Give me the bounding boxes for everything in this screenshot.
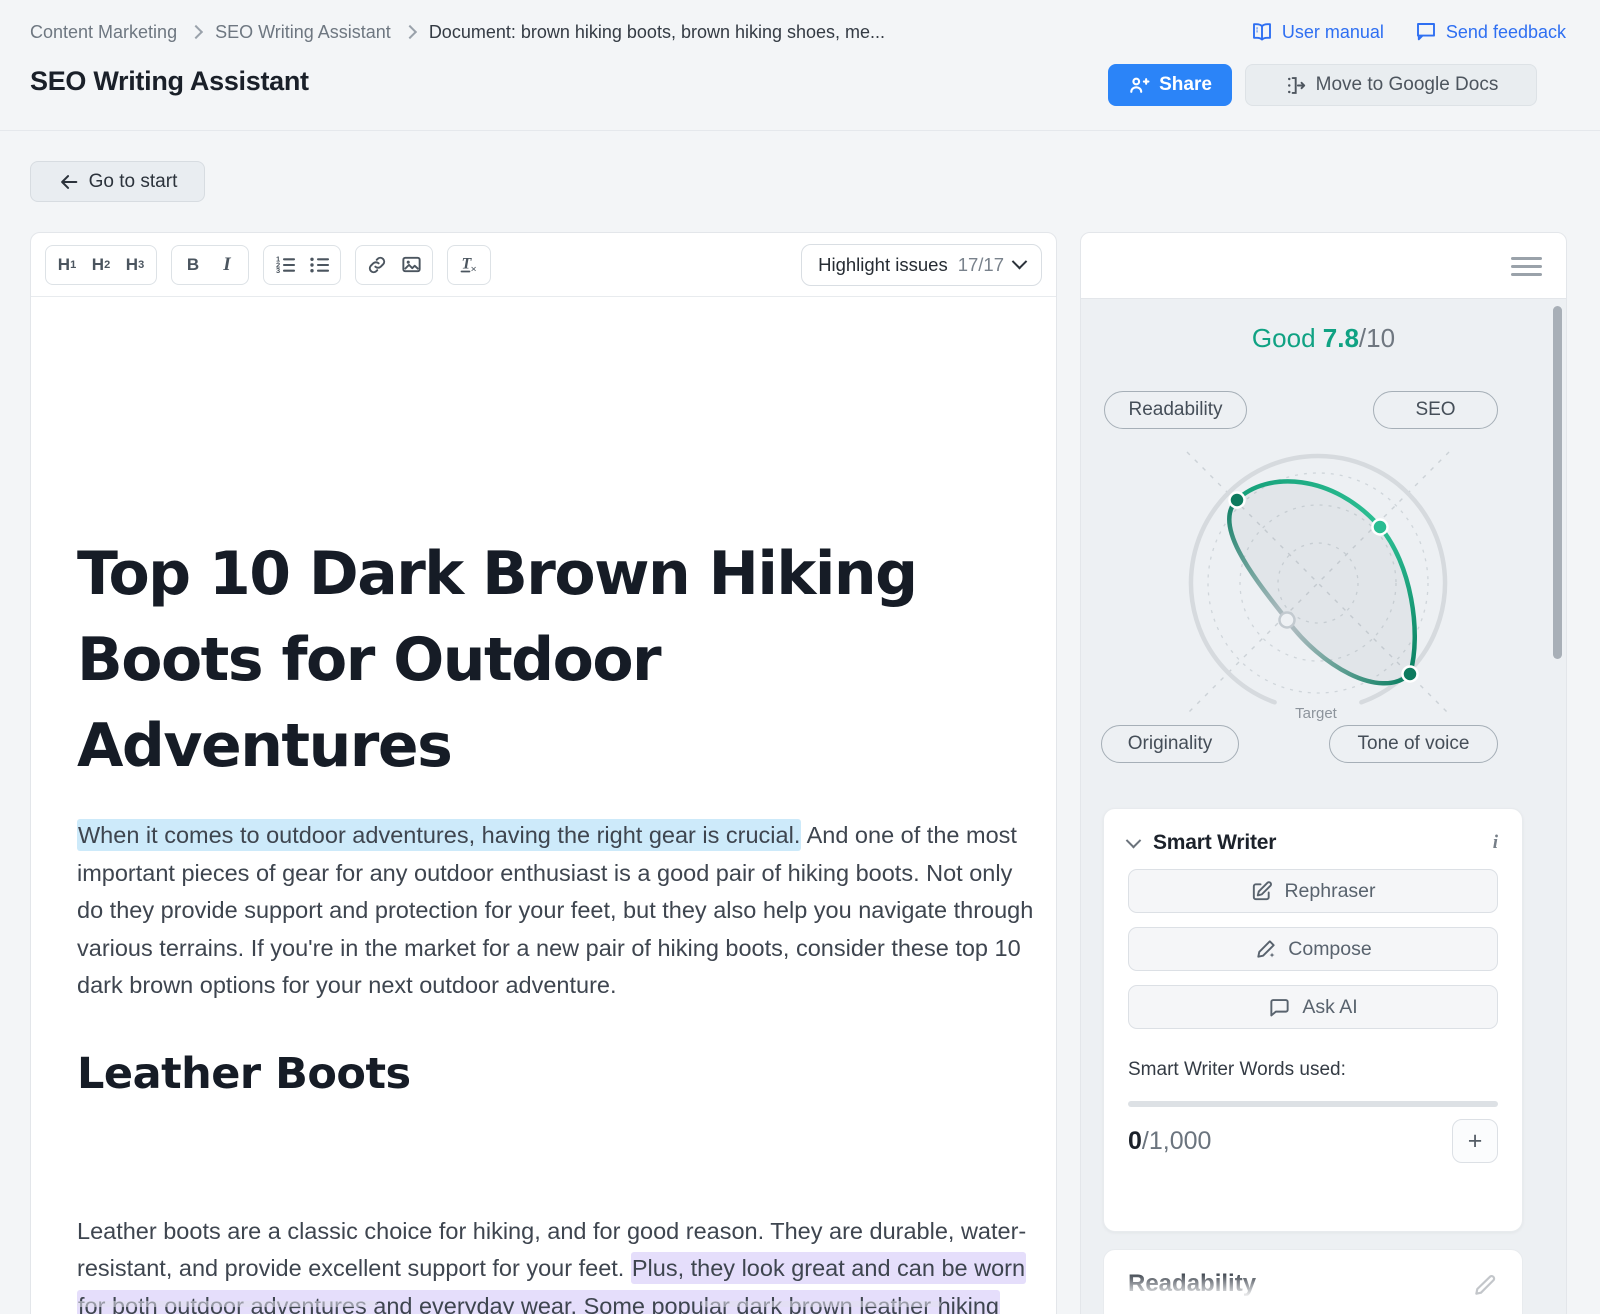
add-words-button[interactable]: + [1452, 1119, 1498, 1163]
document-paragraph-1: When it comes to outdoor adventures, hav… [77, 817, 1042, 1005]
user-manual-label: User manual [1282, 22, 1384, 43]
gauge-point-seo [1373, 520, 1388, 535]
person-plus-icon [1128, 74, 1150, 96]
edit-square-icon [1250, 880, 1273, 903]
chevron-right-icon [189, 25, 203, 39]
compose-label: Compose [1288, 938, 1371, 961]
gauge-point-readability [1230, 493, 1245, 508]
gauge-point-originality [1280, 613, 1295, 628]
image-icon [400, 253, 423, 276]
highlight-issues-label: Highlight issues [818, 254, 948, 276]
rephraser-label: Rephraser [1284, 880, 1375, 903]
go-to-start-button[interactable]: Go to start [30, 161, 205, 202]
chat-bubble-icon [1414, 20, 1438, 44]
smart-writer-header: Smart Writer i [1128, 831, 1498, 855]
bullet-list-button[interactable] [303, 250, 335, 280]
ask-ai-label: Ask AI [1302, 996, 1357, 1019]
gauge-target-label: Target [1081, 705, 1551, 722]
document-content[interactable]: Top 10 Dark Brown Hiking Boots for Outdo… [77, 531, 1042, 1314]
words-used-counter: 0/1,000 [1128, 1127, 1211, 1156]
insert-tools-group [355, 245, 433, 285]
user-manual-link[interactable]: User manual [1250, 20, 1384, 44]
compose-button[interactable]: Compose [1128, 927, 1498, 971]
italic-button[interactable]: I [211, 250, 243, 280]
gauge-point-tone [1403, 667, 1418, 682]
export-icon [1284, 74, 1307, 97]
rephraser-button[interactable]: Rephraser [1128, 869, 1498, 913]
panel-scrollbar[interactable] [1553, 306, 1562, 659]
clipped-text-top-edge [77, 1301, 377, 1307]
breadcrumb-document: Document: brown hiking boots, brown hiki… [429, 22, 885, 43]
clipped-text-top-edge [701, 1301, 941, 1307]
send-feedback-link[interactable]: Send feedback [1414, 20, 1566, 44]
score-rating-label: Good [1252, 323, 1316, 353]
link-icon [366, 254, 388, 276]
score-panel: Good 7.8/10 Readability SEO [1080, 232, 1567, 1314]
clear-format-group: T× [447, 245, 491, 285]
breadcrumb: Content Marketing SEO Writing Assistant … [30, 20, 1566, 44]
move-to-google-docs-button[interactable]: Move to Google Docs [1245, 64, 1537, 106]
highlighted-sentence-blue[interactable]: When it comes to outdoor adventures, hav… [77, 819, 801, 851]
score-value: 7.8 [1323, 323, 1359, 353]
book-icon [1250, 20, 1274, 44]
svg-text:3: 3 [276, 266, 280, 275]
smart-writer-card: Smart Writer i Rephraser Compose Ask AI … [1103, 808, 1523, 1232]
h1-button[interactable]: H1 [51, 250, 83, 280]
top-links: User manual Send feedback [1250, 20, 1566, 44]
h3-button[interactable]: H3 [119, 250, 151, 280]
bold-button[interactable]: B [177, 250, 209, 280]
seo-writing-assistant-app: Content Marketing SEO Writing Assistant … [0, 0, 1600, 1314]
svg-text:×: × [471, 263, 477, 275]
page-title: SEO Writing Assistant [30, 66, 309, 97]
bullet-list-icon [307, 253, 331, 277]
words-used-label: Smart Writer Words used: [1128, 1059, 1498, 1081]
words-used-progress-bar [1128, 1101, 1498, 1107]
send-feedback-label: Send feedback [1446, 22, 1566, 43]
smart-writer-title: Smart Writer [1153, 831, 1276, 855]
ask-ai-button[interactable]: Ask AI [1128, 985, 1498, 1029]
clear-formatting-icon: T× [457, 253, 481, 277]
pencil-icon[interactable] [1472, 1272, 1498, 1298]
breadcrumb-seo-writing-assistant[interactable]: SEO Writing Assistant [215, 22, 391, 43]
panel-header [1081, 233, 1566, 299]
info-icon[interactable]: i [1493, 832, 1498, 854]
arrow-left-icon [58, 171, 80, 193]
format-tools-group: B I [171, 245, 249, 285]
ordered-list-icon: Os123 [273, 253, 297, 277]
share-button[interactable]: Share [1108, 64, 1232, 106]
ordered-list-button[interactable]: Os123 [269, 250, 301, 280]
h2-button[interactable]: H2 [85, 250, 117, 280]
highlight-issues-count: 17/17 [958, 254, 1004, 276]
breadcrumb-content-marketing[interactable]: Content Marketing [30, 22, 177, 43]
editor-toolbar: H1 H2 H3 B I Os123 [31, 233, 1056, 297]
score-max: /10 [1359, 323, 1395, 353]
move-to-google-docs-label: Move to Google Docs [1316, 74, 1499, 96]
heading-tools-group: H1 H2 H3 [45, 245, 157, 285]
collapse-chevron-icon[interactable] [1126, 832, 1142, 848]
share-label: Share [1159, 74, 1212, 96]
hamburger-menu-icon[interactable] [1511, 257, 1542, 281]
highlight-issues-dropdown[interactable]: Highlight issues 17/17 [801, 244, 1042, 286]
pill-originality[interactable]: Originality [1101, 725, 1239, 763]
go-to-start-label: Go to start [89, 171, 178, 193]
editor-card: H1 H2 H3 B I Os123 [30, 232, 1057, 1314]
pill-tone-of-voice[interactable]: Tone of voice [1329, 725, 1498, 763]
top-bar: Content Marketing SEO Writing Assistant … [0, 0, 1600, 131]
document-heading-2: Leather Boots [77, 1045, 1042, 1103]
chevron-right-icon [403, 25, 417, 39]
document-title: Top 10 Dark Brown Hiking Boots for Outdo… [77, 531, 1022, 789]
link-button[interactable] [361, 250, 393, 280]
pen-sparkle-icon [1254, 938, 1277, 961]
clear-formatting-button[interactable]: T× [453, 250, 485, 280]
chevron-down-icon [1012, 254, 1028, 270]
overall-score: Good 7.8/10 [1081, 323, 1566, 354]
document-paragraph-2: Leather boots are a classic choice for h… [77, 1213, 1042, 1314]
chat-bubble-icon [1268, 996, 1291, 1019]
readability-card: Readability [1103, 1249, 1523, 1314]
list-tools-group: Os123 [263, 245, 341, 285]
image-button[interactable] [395, 250, 427, 280]
readability-card-title: Readability [1128, 1270, 1498, 1298]
